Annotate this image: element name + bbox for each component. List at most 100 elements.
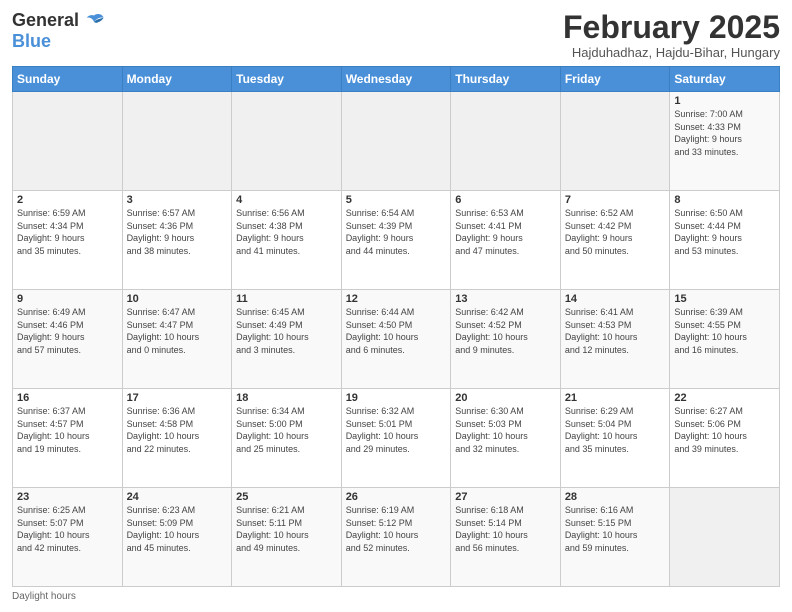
day-number: 9 bbox=[17, 293, 118, 305]
calendar-cell: 23Sunrise: 6:25 AM Sunset: 5:07 PM Dayli… bbox=[13, 488, 123, 587]
day-number: 26 bbox=[346, 491, 447, 503]
day-info: Sunrise: 6:54 AM Sunset: 4:39 PM Dayligh… bbox=[346, 207, 447, 257]
calendar-cell: 25Sunrise: 6:21 AM Sunset: 5:11 PM Dayli… bbox=[232, 488, 342, 587]
calendar-cell: 26Sunrise: 6:19 AM Sunset: 5:12 PM Dayli… bbox=[341, 488, 451, 587]
calendar-cell bbox=[670, 488, 780, 587]
calendar-cell bbox=[13, 92, 123, 191]
day-number: 17 bbox=[127, 392, 228, 404]
page: General Blue February 2025 Hajduhadhaz, … bbox=[0, 0, 792, 612]
calendar-cell: 13Sunrise: 6:42 AM Sunset: 4:52 PM Dayli… bbox=[451, 290, 561, 389]
day-number: 18 bbox=[236, 392, 337, 404]
day-info: Sunrise: 6:16 AM Sunset: 5:15 PM Dayligh… bbox=[565, 504, 666, 554]
day-info: Sunrise: 6:19 AM Sunset: 5:12 PM Dayligh… bbox=[346, 504, 447, 554]
day-info: Sunrise: 7:00 AM Sunset: 4:33 PM Dayligh… bbox=[674, 108, 775, 158]
day-info: Sunrise: 6:27 AM Sunset: 5:06 PM Dayligh… bbox=[674, 405, 775, 455]
day-number: 3 bbox=[127, 194, 228, 206]
day-number: 21 bbox=[565, 392, 666, 404]
calendar-cell: 15Sunrise: 6:39 AM Sunset: 4:55 PM Dayli… bbox=[670, 290, 780, 389]
day-info: Sunrise: 6:18 AM Sunset: 5:14 PM Dayligh… bbox=[455, 504, 556, 554]
title-area: February 2025 Hajduhadhaz, Hajdu-Bihar, … bbox=[563, 10, 780, 60]
day-number: 22 bbox=[674, 392, 775, 404]
calendar-cell: 27Sunrise: 6:18 AM Sunset: 5:14 PM Dayli… bbox=[451, 488, 561, 587]
day-number: 15 bbox=[674, 293, 775, 305]
day-number: 12 bbox=[346, 293, 447, 305]
day-number: 5 bbox=[346, 194, 447, 206]
calendar-cell bbox=[560, 92, 670, 191]
calendar-cell bbox=[122, 92, 232, 191]
calendar-cell: 28Sunrise: 6:16 AM Sunset: 5:15 PM Dayli… bbox=[560, 488, 670, 587]
column-header-sunday: Sunday bbox=[13, 67, 123, 92]
day-number: 11 bbox=[236, 293, 337, 305]
day-number: 14 bbox=[565, 293, 666, 305]
day-number: 1 bbox=[674, 95, 775, 107]
calendar-cell: 20Sunrise: 6:30 AM Sunset: 5:03 PM Dayli… bbox=[451, 389, 561, 488]
header: General Blue February 2025 Hajduhadhaz, … bbox=[12, 10, 780, 60]
calendar-cell: 17Sunrise: 6:36 AM Sunset: 4:58 PM Dayli… bbox=[122, 389, 232, 488]
day-number: 13 bbox=[455, 293, 556, 305]
day-info: Sunrise: 6:49 AM Sunset: 4:46 PM Dayligh… bbox=[17, 306, 118, 356]
day-number: 16 bbox=[17, 392, 118, 404]
calendar-cell: 21Sunrise: 6:29 AM Sunset: 5:04 PM Dayli… bbox=[560, 389, 670, 488]
calendar-week-row: 1Sunrise: 7:00 AM Sunset: 4:33 PM Daylig… bbox=[13, 92, 780, 191]
calendar-cell: 4Sunrise: 6:56 AM Sunset: 4:38 PM Daylig… bbox=[232, 191, 342, 290]
day-info: Sunrise: 6:50 AM Sunset: 4:44 PM Dayligh… bbox=[674, 207, 775, 257]
footer-note: Daylight hours bbox=[12, 591, 780, 602]
day-info: Sunrise: 6:59 AM Sunset: 4:34 PM Dayligh… bbox=[17, 207, 118, 257]
calendar-cell: 1Sunrise: 7:00 AM Sunset: 4:33 PM Daylig… bbox=[670, 92, 780, 191]
day-info: Sunrise: 6:44 AM Sunset: 4:50 PM Dayligh… bbox=[346, 306, 447, 356]
day-info: Sunrise: 6:56 AM Sunset: 4:38 PM Dayligh… bbox=[236, 207, 337, 257]
day-number: 8 bbox=[674, 194, 775, 206]
calendar-cell: 12Sunrise: 6:44 AM Sunset: 4:50 PM Dayli… bbox=[341, 290, 451, 389]
calendar-cell bbox=[232, 92, 342, 191]
day-number: 27 bbox=[455, 491, 556, 503]
day-info: Sunrise: 6:29 AM Sunset: 5:04 PM Dayligh… bbox=[565, 405, 666, 455]
calendar-title: February 2025 bbox=[563, 10, 780, 45]
day-number: 2 bbox=[17, 194, 118, 206]
day-info: Sunrise: 6:32 AM Sunset: 5:01 PM Dayligh… bbox=[346, 405, 447, 455]
day-info: Sunrise: 6:45 AM Sunset: 4:49 PM Dayligh… bbox=[236, 306, 337, 356]
day-info: Sunrise: 6:53 AM Sunset: 4:41 PM Dayligh… bbox=[455, 207, 556, 257]
column-header-friday: Friday bbox=[560, 67, 670, 92]
day-info: Sunrise: 6:34 AM Sunset: 5:00 PM Dayligh… bbox=[236, 405, 337, 455]
calendar-subtitle: Hajduhadhaz, Hajdu-Bihar, Hungary bbox=[563, 45, 780, 60]
day-info: Sunrise: 6:47 AM Sunset: 4:47 PM Dayligh… bbox=[127, 306, 228, 356]
day-info: Sunrise: 6:30 AM Sunset: 5:03 PM Dayligh… bbox=[455, 405, 556, 455]
calendar-header-row: SundayMondayTuesdayWednesdayThursdayFrid… bbox=[13, 67, 780, 92]
day-number: 24 bbox=[127, 491, 228, 503]
day-info: Sunrise: 6:39 AM Sunset: 4:55 PM Dayligh… bbox=[674, 306, 775, 356]
day-info: Sunrise: 6:52 AM Sunset: 4:42 PM Dayligh… bbox=[565, 207, 666, 257]
calendar-cell: 24Sunrise: 6:23 AM Sunset: 5:09 PM Dayli… bbox=[122, 488, 232, 587]
column-header-wednesday: Wednesday bbox=[341, 67, 451, 92]
calendar-table: SundayMondayTuesdayWednesdayThursdayFrid… bbox=[12, 66, 780, 587]
calendar-week-row: 9Sunrise: 6:49 AM Sunset: 4:46 PM Daylig… bbox=[13, 290, 780, 389]
logo-general: General bbox=[12, 11, 79, 31]
day-info: Sunrise: 6:42 AM Sunset: 4:52 PM Dayligh… bbox=[455, 306, 556, 356]
calendar-cell: 11Sunrise: 6:45 AM Sunset: 4:49 PM Dayli… bbox=[232, 290, 342, 389]
calendar-cell: 3Sunrise: 6:57 AM Sunset: 4:36 PM Daylig… bbox=[122, 191, 232, 290]
day-number: 20 bbox=[455, 392, 556, 404]
calendar-cell bbox=[451, 92, 561, 191]
column-header-thursday: Thursday bbox=[451, 67, 561, 92]
calendar-cell: 16Sunrise: 6:37 AM Sunset: 4:57 PM Dayli… bbox=[13, 389, 123, 488]
calendar-cell: 10Sunrise: 6:47 AM Sunset: 4:47 PM Dayli… bbox=[122, 290, 232, 389]
day-number: 10 bbox=[127, 293, 228, 305]
calendar-cell: 2Sunrise: 6:59 AM Sunset: 4:34 PM Daylig… bbox=[13, 191, 123, 290]
calendar-week-row: 23Sunrise: 6:25 AM Sunset: 5:07 PM Dayli… bbox=[13, 488, 780, 587]
day-number: 7 bbox=[565, 194, 666, 206]
day-number: 4 bbox=[236, 194, 337, 206]
calendar-cell: 14Sunrise: 6:41 AM Sunset: 4:53 PM Dayli… bbox=[560, 290, 670, 389]
column-header-saturday: Saturday bbox=[670, 67, 780, 92]
day-info: Sunrise: 6:25 AM Sunset: 5:07 PM Dayligh… bbox=[17, 504, 118, 554]
day-info: Sunrise: 6:37 AM Sunset: 4:57 PM Dayligh… bbox=[17, 405, 118, 455]
logo-blue: Blue bbox=[12, 31, 51, 51]
column-header-tuesday: Tuesday bbox=[232, 67, 342, 92]
column-header-monday: Monday bbox=[122, 67, 232, 92]
day-number: 25 bbox=[236, 491, 337, 503]
calendar-cell: 9Sunrise: 6:49 AM Sunset: 4:46 PM Daylig… bbox=[13, 290, 123, 389]
day-info: Sunrise: 6:23 AM Sunset: 5:09 PM Dayligh… bbox=[127, 504, 228, 554]
day-info: Sunrise: 6:57 AM Sunset: 4:36 PM Dayligh… bbox=[127, 207, 228, 257]
calendar-week-row: 2Sunrise: 6:59 AM Sunset: 4:34 PM Daylig… bbox=[13, 191, 780, 290]
calendar-week-row: 16Sunrise: 6:37 AM Sunset: 4:57 PM Dayli… bbox=[13, 389, 780, 488]
day-number: 19 bbox=[346, 392, 447, 404]
day-info: Sunrise: 6:41 AM Sunset: 4:53 PM Dayligh… bbox=[565, 306, 666, 356]
